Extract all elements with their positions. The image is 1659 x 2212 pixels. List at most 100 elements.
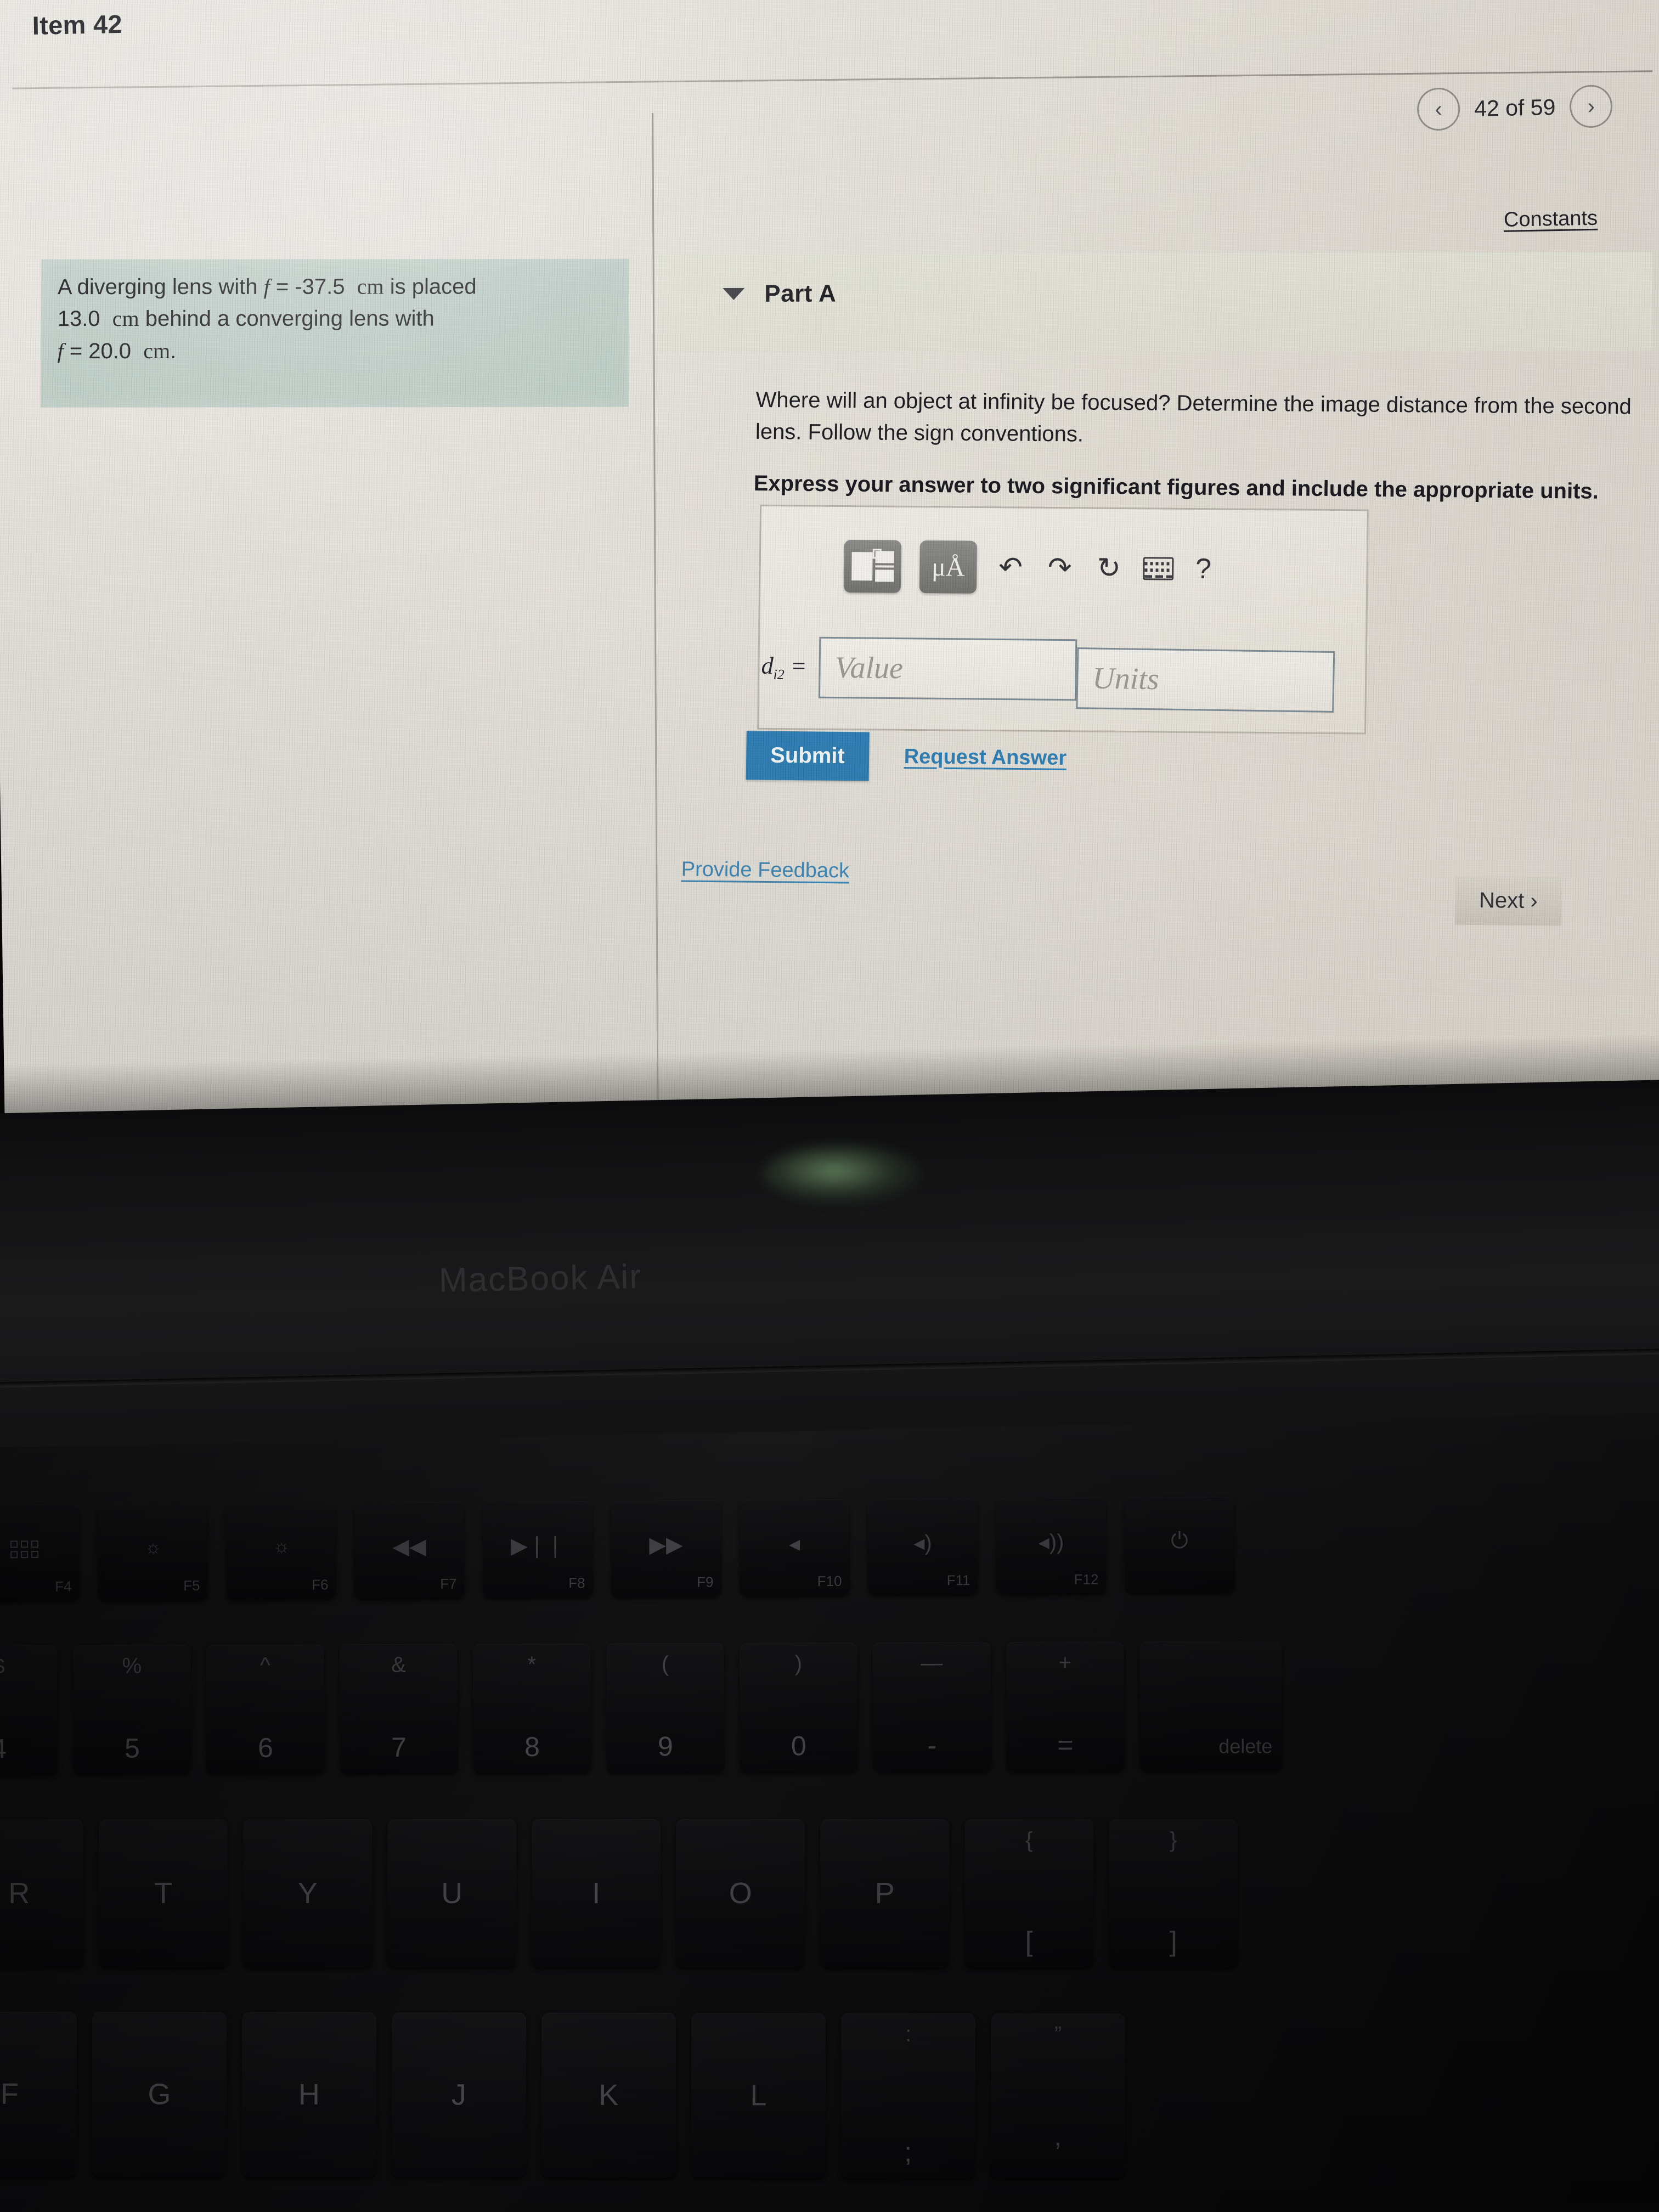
key-8[interactable]: * 8 (472, 1643, 591, 1773)
key-g[interactable]: G (92, 2012, 227, 2177)
key-f6-label: F6 (312, 1576, 329, 1593)
key-f6[interactable]: ☼ F6 (225, 1503, 336, 1600)
key-y[interactable]: Y (243, 1819, 373, 1968)
title-divider (12, 70, 1653, 89)
key-f12[interactable]: ◂)) F12 (996, 1497, 1107, 1594)
math-template-icon[interactable] (843, 539, 901, 593)
key-semicolon-shift: : (905, 2022, 912, 2046)
key-u[interactable]: U (387, 1819, 517, 1968)
key-l-label: L (750, 2079, 767, 2112)
pager-label: 42 of 59 (1474, 94, 1556, 121)
key-delete[interactable]: delete (1139, 1641, 1283, 1771)
column-divider (652, 113, 659, 1126)
problem-line1-a: A diverging lens with (57, 274, 264, 300)
mastering-physics-page: Item 42 ‹ 42 of 59 › Constants A divergi… (0, 0, 1659, 1174)
reset-circle-icon[interactable]: ↻ (1093, 552, 1124, 584)
key-f4[interactable]: F4 (0, 1504, 80, 1601)
focal-length-1-unit: cm (357, 274, 384, 299)
key-semicolon-label: ; (904, 2136, 912, 2168)
key-0[interactable]: ) 0 (739, 1642, 858, 1772)
constants-link[interactable]: Constants (1504, 207, 1598, 232)
key-f9[interactable]: ▶▶ F9 (611, 1500, 721, 1597)
variable-symbol: d (761, 652, 774, 679)
key-o[interactable]: O (676, 1819, 805, 1968)
keyboard-icon[interactable] (1142, 557, 1174, 580)
key-f10-label: F10 (817, 1572, 842, 1590)
help-question-icon[interactable]: ? (1192, 553, 1215, 585)
laptop-keyboard: F4 ☼ F5 ☼ F6 ◀◀ F7 ▶❘❘ F8 ▶▶ F9 ◂ F10 ◂)… (0, 1412, 1659, 2212)
key-f8-label: F8 (568, 1575, 585, 1592)
key-quote-label: ’ (1054, 2137, 1061, 2168)
launchpad-icon (10, 1540, 38, 1558)
key-quote-shift: ” (1054, 2022, 1062, 2047)
submit-button[interactable]: Submit (746, 731, 870, 781)
key-h[interactable]: H (241, 2012, 377, 2177)
chevron-right-icon[interactable]: › (1569, 84, 1613, 128)
key-f4-label: F4 (55, 1578, 72, 1595)
key-semicolon[interactable]: : ; (840, 2013, 976, 2179)
key-lbracket[interactable]: { [ (964, 1819, 1094, 1968)
answer-input-row: di2 = Value Units (761, 636, 1335, 713)
key-p-label: P (874, 1877, 895, 1910)
volume-down-icon: ◂) (913, 1531, 932, 1555)
key-k[interactable]: K (541, 2012, 676, 2178)
key-u-label: U (441, 1877, 463, 1910)
key-rbracket-shift: } (1170, 1828, 1177, 1853)
key-p[interactable]: P (820, 1819, 950, 1968)
key-minus-label: - (927, 1730, 937, 1761)
laptop-screen: Item 42 ‹ 42 of 59 › Constants A divergi… (0, 0, 1659, 1180)
key-f11[interactable]: ◂) F11 (867, 1498, 978, 1595)
key-r-label: R (8, 1877, 30, 1910)
part-header[interactable]: Part A (723, 280, 836, 308)
key-j[interactable]: J (391, 2012, 527, 2177)
key-o-label: O (729, 1877, 752, 1910)
key-f9-label: F9 (697, 1573, 714, 1590)
triangle-down-icon[interactable] (723, 287, 745, 300)
key-7[interactable]: & 7 (339, 1644, 458, 1774)
key-4-shift: $ (0, 1654, 5, 1679)
key-f7[interactable]: ◀◀ F7 (354, 1502, 465, 1599)
redo-arrow-icon[interactable]: ↷ (1045, 552, 1075, 584)
key-t[interactable]: T (99, 1819, 228, 1968)
units-input[interactable]: Units (1076, 647, 1335, 713)
request-answer-link[interactable]: Request Answer (904, 745, 1066, 770)
key-f12-label: F12 (1074, 1571, 1099, 1588)
key-quote[interactable]: ” ’ (990, 2013, 1126, 2179)
key-f10[interactable]: ◂ F10 (739, 1499, 850, 1596)
key-lbracket-shift: { (1025, 1828, 1033, 1853)
value-input[interactable]: Value (818, 636, 1077, 701)
key-y-label: Y (297, 1877, 318, 1910)
key-minus[interactable]: — - (872, 1642, 991, 1771)
key-6[interactable]: ^ 6 (206, 1644, 325, 1774)
key-9[interactable]: ( 9 (606, 1643, 725, 1773)
page-title: Item 42 (32, 9, 123, 40)
undo-arrow-icon[interactable]: ↶ (995, 551, 1026, 583)
submit-row: Submit Request Answer (746, 731, 1067, 783)
key-4-label: 4 (0, 1733, 7, 1764)
part-label: Part A (764, 280, 837, 307)
key-rbracket[interactable]: } ] (1109, 1819, 1238, 1968)
key-power[interactable]: ⏻ (1124, 1496, 1235, 1594)
key-5[interactable]: % 5 (72, 1645, 191, 1774)
provide-feedback-link[interactable]: Provide Feedback (681, 858, 849, 883)
qwerty-key-row: R T Y U I O P { [}] (0, 1819, 1238, 1968)
key-l[interactable]: L (691, 2013, 826, 2178)
micro-angstrom-units-icon[interactable]: μÅ (919, 540, 977, 594)
key-f[interactable]: F (0, 2011, 77, 2177)
key-4[interactable]: $ 4 (0, 1645, 58, 1775)
key-f5[interactable]: ☼ F5 (97, 1503, 208, 1601)
key-0-shift: ) (794, 1651, 803, 1676)
chevron-left-icon[interactable]: ‹ (1417, 87, 1460, 131)
key-equals-shift: + (1058, 1650, 1072, 1675)
key-r[interactable]: R (0, 1819, 84, 1968)
key-7-shift: & (391, 1652, 406, 1677)
key-f5-label: F5 (183, 1577, 200, 1594)
key-f8[interactable]: ▶❘❘ F8 (482, 1500, 593, 1598)
focal-length-2-symbol: f (57, 338, 64, 363)
key-minus-shift: — (921, 1651, 943, 1675)
focal-length-2-value: = 20.0 (63, 338, 132, 363)
key-i[interactable]: I (532, 1819, 661, 1968)
next-button[interactable]: Next › (1454, 876, 1562, 926)
key-equals[interactable]: + = (1006, 1641, 1125, 1771)
pager: ‹ 42 of 59 › (1417, 84, 1613, 131)
